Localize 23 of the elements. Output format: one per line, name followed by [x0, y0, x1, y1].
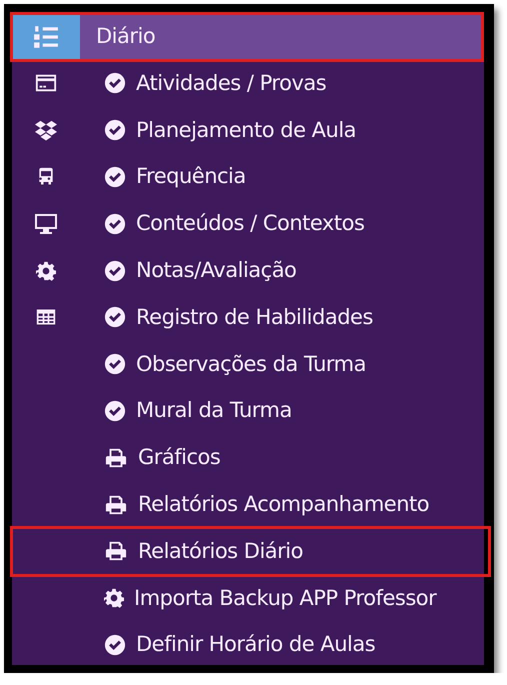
menu-item[interactable]: Planejamento de Aula	[104, 118, 356, 143]
menu-item[interactable]: Frequência	[104, 164, 246, 190]
menu-item[interactable]: Relatórios Acompanhamento	[104, 492, 430, 518]
menu-item[interactable]: Gráficos	[104, 445, 220, 470]
menu-item[interactable]: Registro de Habilidades	[104, 304, 373, 330]
menu-item[interactable]: Definir Horário de Aulas	[104, 632, 376, 658]
printer-icon	[104, 494, 128, 516]
credit-card-icon[interactable]	[35, 72, 57, 94]
monitor-icon[interactable]	[34, 212, 58, 236]
gear-icon	[104, 588, 124, 608]
menu-item[interactable]: Relatórios Diário	[104, 538, 303, 564]
menu-item[interactable]: Notas/Avaliação	[104, 258, 296, 284]
menu-title: Diário	[96, 23, 156, 50]
menu-item[interactable]: Observações da Turma	[104, 352, 366, 377]
printer-icon	[104, 446, 128, 469]
menu-item[interactable]: Atividades / Provas	[104, 70, 326, 96]
boxes-icon[interactable]	[35, 119, 57, 142]
menu-item[interactable]: Importa Backup APP Professor	[104, 586, 436, 611]
printer-icon	[104, 540, 128, 562]
gear-icon[interactable]	[36, 260, 56, 281]
grid-icon[interactable]	[35, 307, 57, 328]
menu-item[interactable]: Conteúdos / Contextos	[104, 211, 364, 236]
menu-item[interactable]: Mural da Turma	[104, 398, 292, 424]
